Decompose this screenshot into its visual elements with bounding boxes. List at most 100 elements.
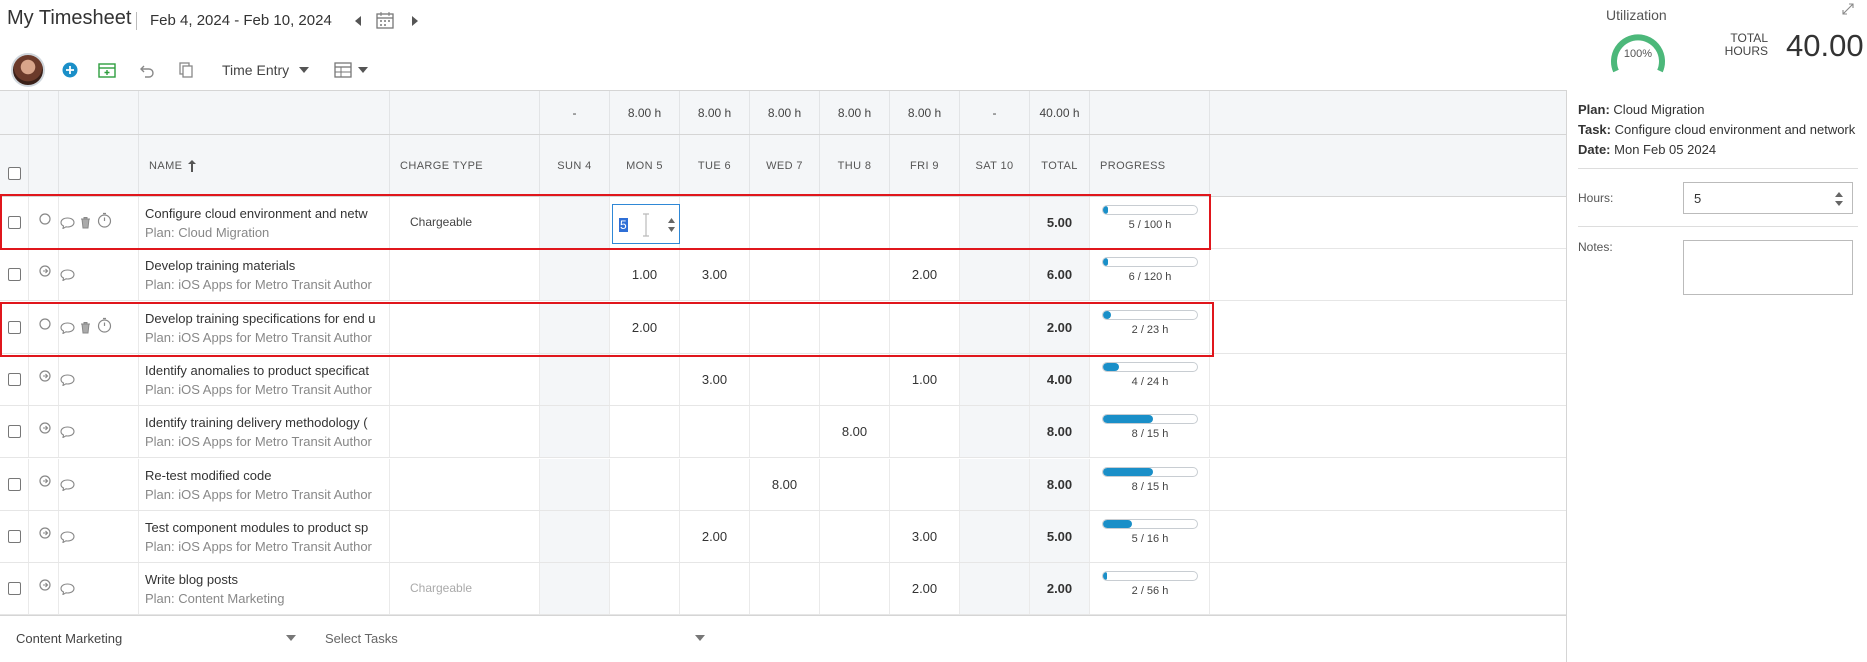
status-arrow-icon[interactable] <box>39 579 51 591</box>
hours-cell-thu[interactable] <box>820 563 890 615</box>
comment-icon[interactable] <box>60 322 75 334</box>
hours-cell-fri[interactable]: 3.00 <box>890 510 960 562</box>
hours-input[interactable]: 5 <box>1683 182 1853 214</box>
status-arrow-icon[interactable] <box>39 422 51 434</box>
status-arrow-icon[interactable] <box>39 474 51 487</box>
column-sun[interactable]: SUN 4 <box>540 135 610 196</box>
column-charge-type[interactable]: CHARGE TYPE <box>390 135 540 196</box>
notes-textarea[interactable] <box>1683 240 1853 295</box>
status-arrow-icon[interactable] <box>39 370 51 382</box>
column-total[interactable]: TOTAL <box>1030 135 1090 196</box>
hours-cell-wed[interactable] <box>750 353 820 405</box>
comment-icon[interactable] <box>60 478 75 491</box>
hours-cell-mon[interactable] <box>610 353 680 405</box>
table-row[interactable]: Develop training materials Plan: iOS Apps… <box>0 249 1566 302</box>
row-checkbox[interactable] <box>7 425 21 439</box>
comment-icon[interactable] <box>60 269 75 282</box>
row-checkbox[interactable] <box>7 268 21 282</box>
hours-cell-tue[interactable] <box>680 301 750 353</box>
stepper-icon[interactable] <box>667 217 676 233</box>
status-circle-icon[interactable] <box>39 213 51 225</box>
column-sat[interactable]: SAT 10 <box>960 135 1030 196</box>
hours-cell-sun[interactable] <box>540 458 610 510</box>
hours-cell-tue[interactable] <box>680 406 750 458</box>
trash-icon[interactable] <box>80 216 91 229</box>
comment-icon[interactable] <box>60 531 75 543</box>
timer-icon[interactable] <box>97 317 112 333</box>
hours-cell-fri[interactable]: 2.00 <box>890 249 960 301</box>
row-checkbox[interactable] <box>7 372 21 386</box>
hours-cell-thu[interactable] <box>820 510 890 562</box>
table-row[interactable]: Identify training delivery methodology (… <box>0 406 1566 459</box>
view-selector[interactable]: Time Entry <box>222 52 318 88</box>
table-row[interactable]: Identify anomalies to product specificat… <box>0 353 1566 406</box>
hours-cell-fri[interactable]: 2.00 <box>890 563 960 615</box>
hours-cell-sun[interactable] <box>540 197 610 248</box>
add-icon[interactable] <box>60 52 80 88</box>
task-select[interactable]: Select Tasks <box>325 631 705 646</box>
row-checkbox[interactable] <box>7 477 21 491</box>
hours-cell-mon[interactable] <box>610 406 680 458</box>
hours-cell-sat[interactable] <box>960 353 1030 405</box>
status-arrow-icon[interactable] <box>39 265 51 277</box>
hours-cell-wed[interactable] <box>750 563 820 615</box>
column-mon[interactable]: MON 5 <box>610 135 680 196</box>
table-row[interactable]: Develop training specifications for end … <box>0 301 1566 354</box>
next-week-icon[interactable] <box>409 14 421 28</box>
calendar-icon[interactable] <box>376 12 394 29</box>
add-timesheet-icon[interactable] <box>96 52 118 88</box>
hours-cell-fri[interactable] <box>890 458 960 510</box>
undo-icon[interactable] <box>136 52 158 88</box>
comment-icon[interactable] <box>60 217 75 229</box>
hours-cell-mon[interactable]: 2.00 <box>610 301 680 353</box>
table-row[interactable]: Write blog posts Plan: Content Marketing C… <box>0 563 1566 616</box>
column-tue[interactable]: TUE 6 <box>680 135 750 196</box>
hours-cell-tue[interactable] <box>680 458 750 510</box>
hours-cell-sun[interactable] <box>540 353 610 405</box>
hours-cell-wed[interactable]: 8.00 <box>750 458 820 510</box>
expand-icon[interactable] <box>1842 3 1854 15</box>
hours-cell-fri[interactable] <box>890 301 960 353</box>
column-name[interactable]: NAME <box>139 135 390 196</box>
hours-cell-fri[interactable] <box>890 406 960 458</box>
row-checkbox[interactable] <box>7 320 21 334</box>
hours-cell-sun[interactable] <box>540 563 610 615</box>
hours-cell-sun[interactable] <box>540 406 610 458</box>
column-fri[interactable]: FRI 9 <box>890 135 960 196</box>
hours-cell-sat[interactable] <box>960 563 1030 615</box>
hours-cell-wed[interactable] <box>750 510 820 562</box>
select-all-checkbox[interactable] <box>7 167 21 180</box>
layout-selector[interactable] <box>334 52 376 88</box>
hours-cell-thu[interactable]: 8.00 <box>820 406 890 458</box>
column-thu[interactable]: THU 8 <box>820 135 890 196</box>
hours-cell-mon[interactable] <box>610 563 680 615</box>
hours-cell-tue[interactable]: 3.00 <box>680 353 750 405</box>
comment-icon[interactable] <box>60 374 75 386</box>
status-circle-icon[interactable] <box>39 317 51 330</box>
hours-cell-sun[interactable] <box>540 301 610 353</box>
hours-cell-sat[interactable] <box>960 406 1030 458</box>
hours-cell-thu[interactable] <box>820 197 890 248</box>
row-checkbox[interactable] <box>7 582 21 596</box>
row-checkbox[interactable] <box>7 216 21 229</box>
plan-select[interactable]: Content Marketing <box>16 631 296 646</box>
hours-cell-mon[interactable]: 1.00 <box>610 249 680 301</box>
hours-cell-thu[interactable] <box>820 353 890 405</box>
hours-edit-input[interactable]: 5 <box>612 204 680 244</box>
hours-cell-sat[interactable] <box>960 301 1030 353</box>
hours-cell-wed[interactable] <box>750 406 820 458</box>
hours-cell-tue[interactable] <box>680 197 750 248</box>
hours-cell-sun[interactable] <box>540 249 610 301</box>
hours-cell-thu[interactable] <box>820 301 890 353</box>
previous-week-icon[interactable] <box>352 14 364 28</box>
hours-cell-sat[interactable] <box>960 458 1030 510</box>
hours-cell-fri[interactable]: 1.00 <box>890 353 960 405</box>
hours-cell-tue[interactable] <box>680 563 750 615</box>
hours-cell-sat[interactable] <box>960 249 1030 301</box>
hours-cell-wed[interactable] <box>750 301 820 353</box>
stepper-icon[interactable] <box>1834 191 1844 207</box>
comment-icon[interactable] <box>60 426 75 439</box>
comment-icon[interactable] <box>60 583 75 596</box>
hours-cell-wed[interactable] <box>750 197 820 248</box>
table-row[interactable]: Re-test modified code Plan: iOS Apps for … <box>0 458 1566 511</box>
